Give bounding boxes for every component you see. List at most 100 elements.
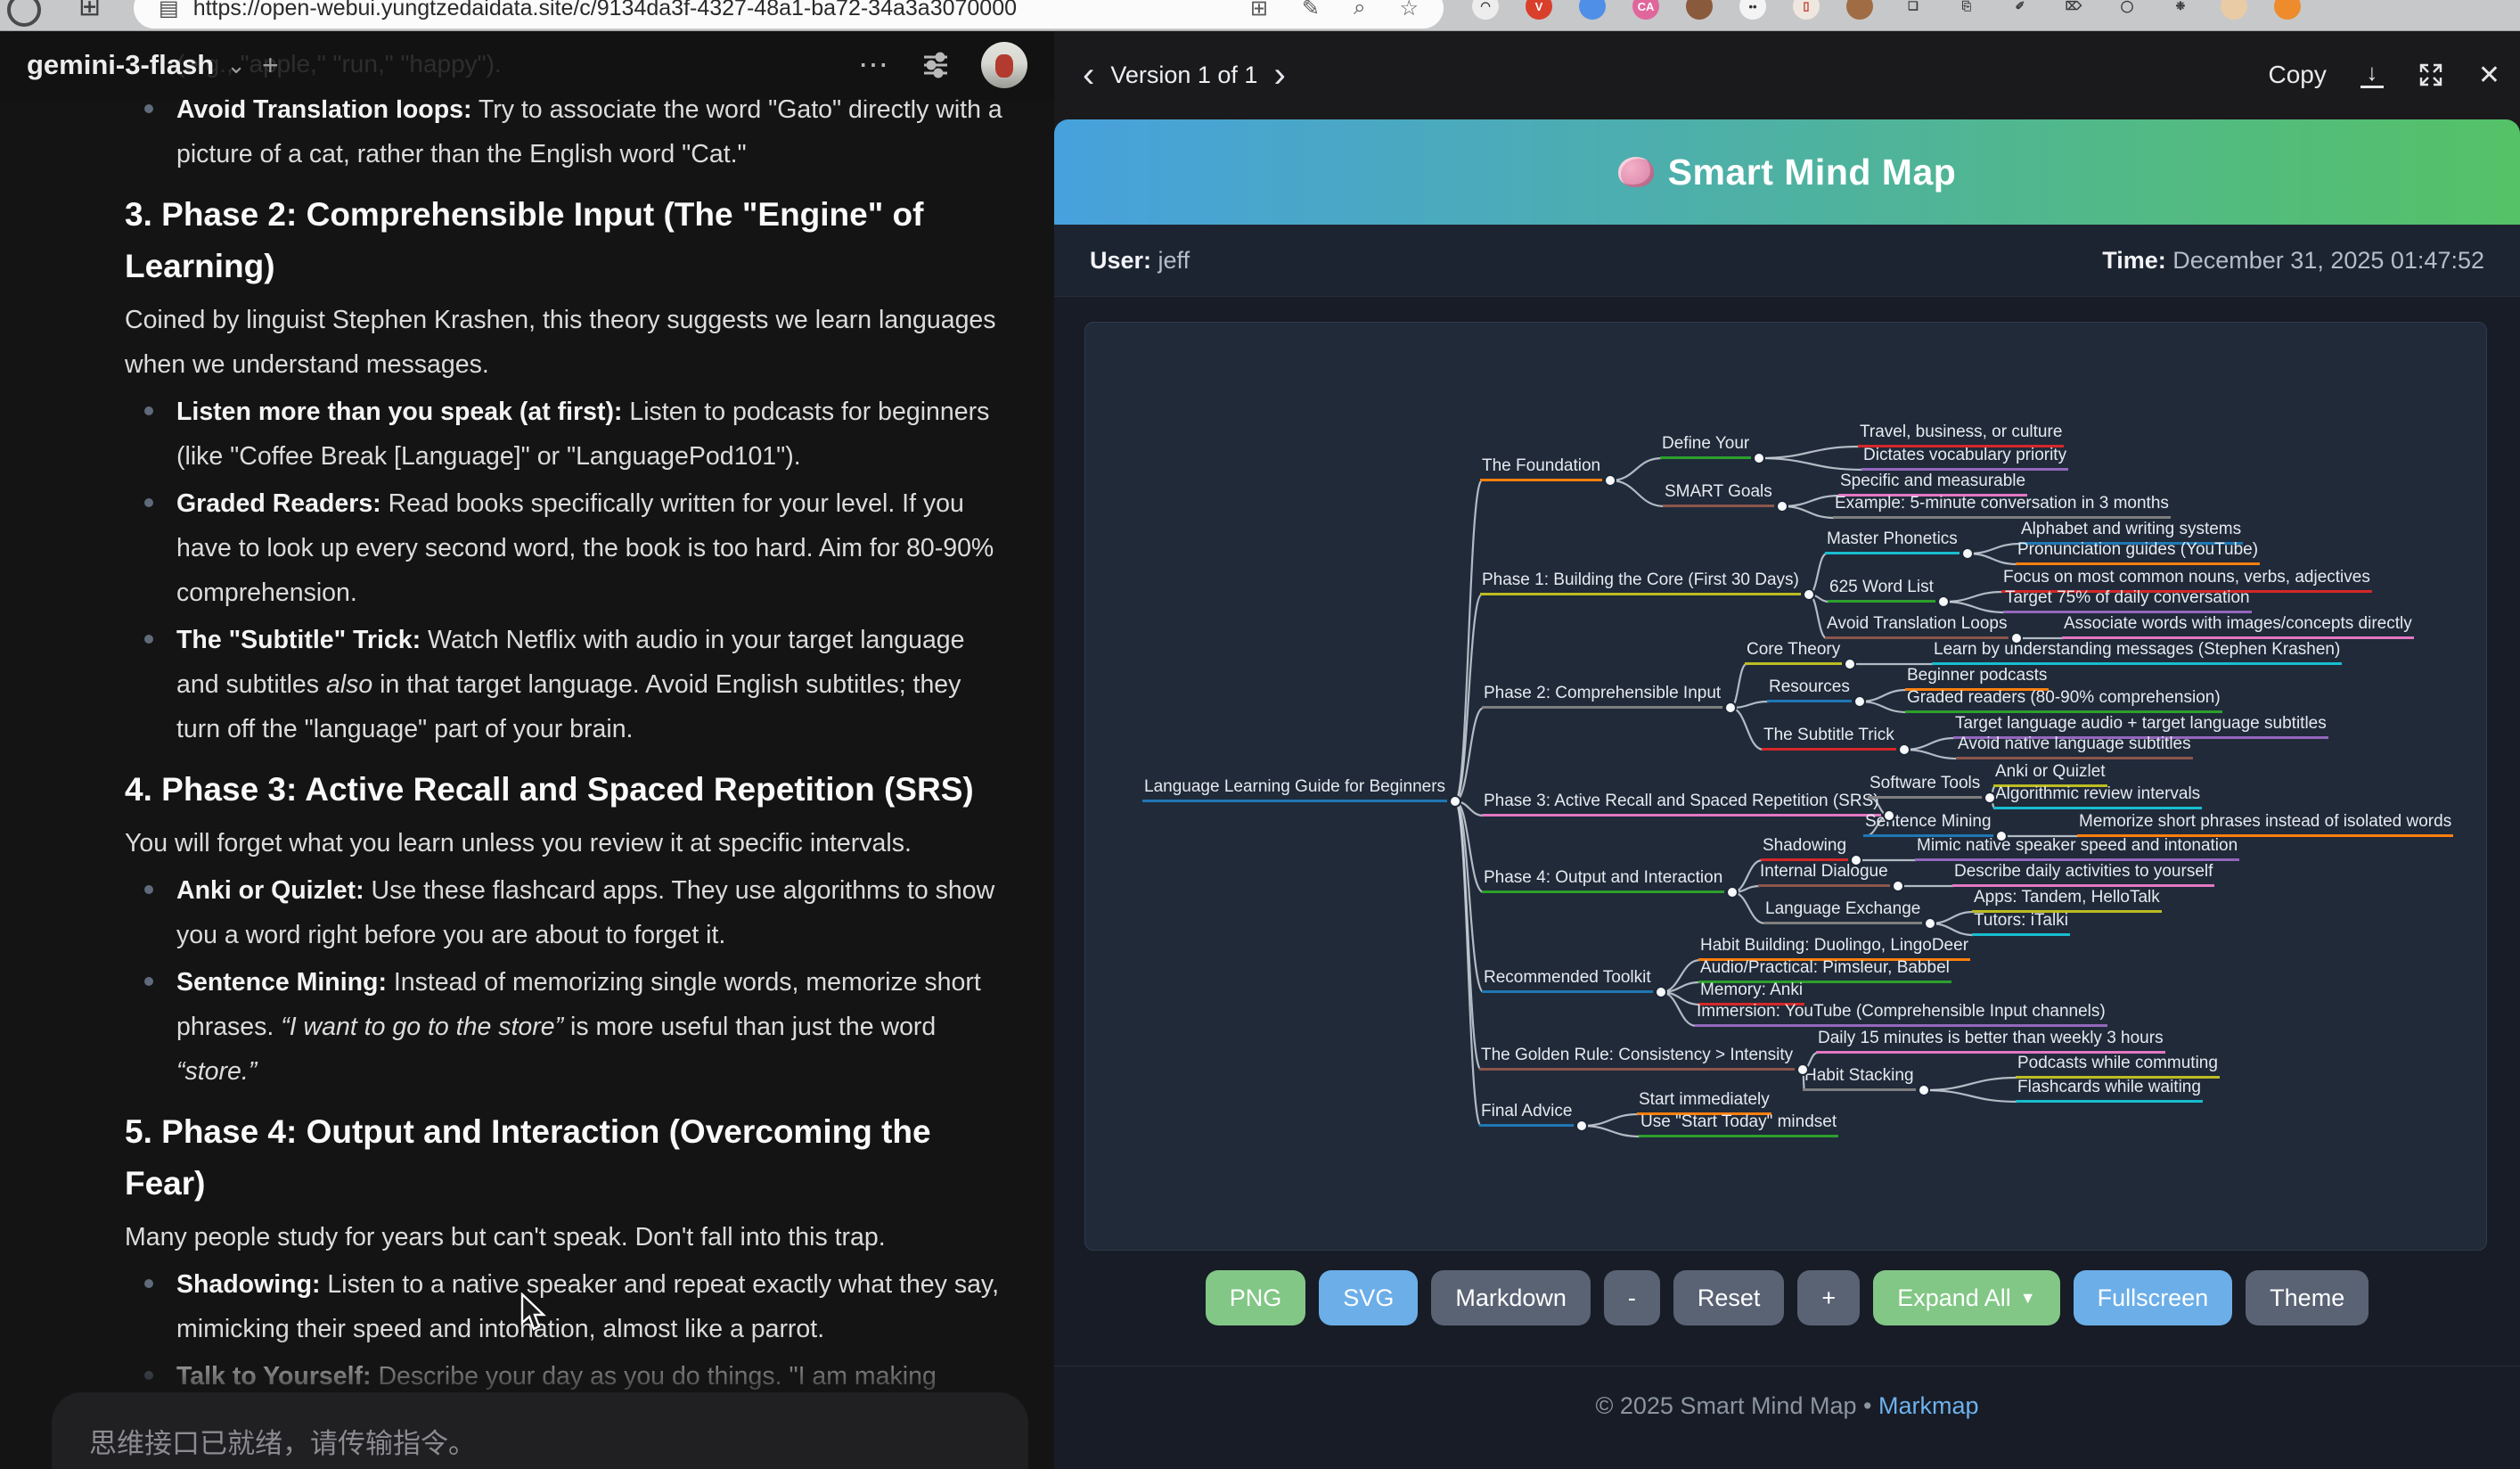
mindmap-node[interactable]: Specific and measurable [1838,472,2027,497]
mindmap-node[interactable]: Language Learning Guide for Beginners [1142,777,1447,802]
mindmap-branch-dot[interactable] [1918,1084,1930,1096]
markmap-link[interactable]: Markmap [1878,1392,1979,1419]
mindmap-node[interactable]: Final Advice [1479,1102,1574,1127]
mindmap-branch-dot[interactable] [1984,792,1996,804]
toolbar-button-reset[interactable]: Reset [1673,1270,1785,1325]
browser-apps-grid-icon[interactable]: ⊞ [78,0,101,22]
mindmap-node[interactable]: Internal Dialogue [1758,862,1890,887]
extension-icon[interactable] [2274,0,2301,20]
address-bar-icon[interactable]: ⊞ [1250,0,1268,21]
browser-profile-icon[interactable] [7,0,41,27]
mindmap-node[interactable]: Shadowing [1761,836,1848,861]
toolbar-button-svg[interactable]: SVG [1319,1270,1418,1325]
controls-sliders-icon[interactable] [920,50,951,80]
mindmap-node[interactable]: Anki or Quizlet [1993,762,2107,787]
toolbar-button-theme[interactable]: Theme [2246,1270,2369,1325]
mindmap-node[interactable]: Travel, business, or culture [1858,423,2064,447]
mindmap-node[interactable]: Dictates vocabulary priority [1861,446,2068,471]
mindmap-branch-dot[interactable] [1776,500,1788,513]
mindmap-node[interactable]: Mimic native speaker speed and intonatio… [1915,836,2239,861]
mindmap-branch-dot[interactable] [1726,886,1739,899]
mindmap-node[interactable]: Resources [1767,677,1852,702]
mindmap-node[interactable]: Core Theory [1745,640,1842,665]
extension-icon[interactable] [1579,0,1606,20]
mindmap-branch-dot[interactable] [1844,658,1856,670]
mindmap-node[interactable]: Habit Building: Duolingo, LingoDeer [1698,936,1970,961]
mindmap-branch-dot[interactable] [1655,986,1667,998]
mindmap-node[interactable]: Software Tools [1868,774,1982,799]
mindmap-branch-dot[interactable] [1961,547,1974,560]
mindmap-node[interactable]: Daily 15 minutes is better than weekly 3… [1816,1029,2165,1054]
mindmap-node[interactable]: Phase 3: Active Recall and Spaced Repeti… [1482,792,1881,817]
extension-icon[interactable] [1686,0,1713,20]
mindmap-branch-dot[interactable] [1803,588,1815,601]
url-text[interactable]: https://open-webui.yungtzedaidata.site/c… [193,0,1232,21]
toolbar-button-markdown[interactable]: Markdown [1431,1270,1591,1325]
extension-icon[interactable]: ❉ [2167,0,2194,20]
mindmap-node[interactable]: Beginner podcasts [1905,666,2049,691]
mindmap-node[interactable]: Apps: Tandem, HelloTalk [1972,888,2162,913]
toolbar-button-[interactable]: - [1604,1270,1660,1325]
mindmap-node[interactable]: Tutors: iTalki [1972,911,2070,936]
address-bar[interactable]: ▤ https://open-webui.yungtzedaidata.site… [134,0,1444,29]
mindmap-node[interactable]: Phase 2: Comprehensible Input [1482,684,1722,709]
mindmap-node[interactable]: 625 Word List [1828,578,1935,603]
close-icon[interactable]: ✕ [2478,60,2500,91]
address-bar-icon[interactable]: ⌕ [1354,0,1365,21]
chat-input[interactable]: 思维接口已就绪，请传输指令。 [52,1392,1028,1469]
extension-icon[interactable]: V [1526,0,1552,20]
extension-icon[interactable] [1846,0,1873,20]
mindmap-node[interactable]: Recommended Toolkit [1482,968,1653,993]
mindmap-branch-dot[interactable] [2010,632,2023,644]
mindmap-node[interactable]: Graded readers (80-90% comprehension) [1905,688,2222,713]
toolbar-button-expand-all[interactable]: Expand All▼ [1873,1270,2059,1325]
copy-button[interactable]: Copy [2268,61,2326,89]
mindmap-node[interactable]: Target 75% of daily conversation [2003,588,2252,613]
mindmap-node[interactable]: Memorize short phrases instead of isolat… [2077,812,2453,837]
mindmap-node[interactable]: Phase 4: Output and Interaction [1482,868,1724,893]
mindmap-node[interactable]: Flashcards while waiting [2016,1078,2203,1103]
expand-fullscreen-icon[interactable] [2418,62,2444,88]
mindmap-node[interactable]: Algorithmic review intervals [1993,784,2202,809]
mindmap-node[interactable]: Immersion: YouTube (Comprehensible Input… [1695,1002,2107,1027]
extension-icon[interactable]: CA [1632,0,1659,20]
extension-icon[interactable]: ◠ [1472,0,1499,20]
mindmap-branch-dot[interactable] [1575,1120,1588,1132]
extension-icon[interactable]: ⌦ [2060,0,2087,20]
toolbar-button-png[interactable]: PNG [1206,1270,1306,1325]
mindmap-branch-dot[interactable] [1883,809,1895,822]
version-prev-button[interactable]: ‹ [1074,57,1103,93]
mindmap-node[interactable]: Use "Start Today" mindset [1639,1112,1838,1137]
extension-icon[interactable]: ▯ [1793,0,1820,20]
mindmap-node[interactable]: The Foundation [1480,456,1602,481]
mindmap-node[interactable]: Phase 1: Building the Core (First 30 Day… [1480,570,1801,595]
mindmap-node[interactable]: Avoid Translation Loops [1825,614,2009,639]
mindmap-branch-dot[interactable] [1796,1063,1809,1076]
mindmap-node[interactable]: Define Your [1660,434,1751,459]
mindmap-node[interactable]: Audio/Practical: Pimsleur, Babbel [1698,958,1951,983]
mindmap-branch-dot[interactable] [1892,880,1904,892]
extension-icon[interactable]: ❑ [1900,0,1927,20]
toolbar-button-[interactable]: + [1797,1270,1860,1325]
extension-icon[interactable]: ✐ [2007,0,2033,20]
mindmap-node[interactable]: Associate words with images/concepts dir… [2062,614,2414,639]
extension-icon[interactable]: •• [1739,0,1766,20]
chevron-down-icon[interactable]: ⌄ [226,52,246,79]
mindmap-node[interactable]: Habit Stacking [1803,1066,1916,1091]
address-bar-icon[interactable]: ✎ [1302,0,1320,21]
mindmap-branch-dot[interactable] [1724,702,1737,714]
mindmap-node[interactable]: Describe daily activities to yourself [1952,862,2214,887]
extension-icon[interactable] [2221,0,2247,20]
mindmap-node[interactable]: Avoid native language subtitles [1956,734,2193,759]
mindmap-node[interactable]: SMART Goals [1663,482,1774,507]
mindmap-node[interactable]: Language Exchange [1763,899,1922,924]
mindmap-branch-dot[interactable] [1995,830,2008,842]
more-options-icon[interactable]: ⋯ [858,47,890,83]
mindmap-node[interactable]: Start immediately [1637,1090,1771,1115]
new-chat-button[interactable]: + [262,49,279,82]
mindmap-branch-dot[interactable] [1850,854,1862,866]
download-icon[interactable]: ↓ [2360,62,2384,88]
mindmap-node[interactable]: Example: 5-minute conversation in 3 mont… [1833,494,2171,519]
extension-icon[interactable]: ◯ [2114,0,2140,20]
mindmap-branch-dot[interactable] [1853,695,1866,708]
